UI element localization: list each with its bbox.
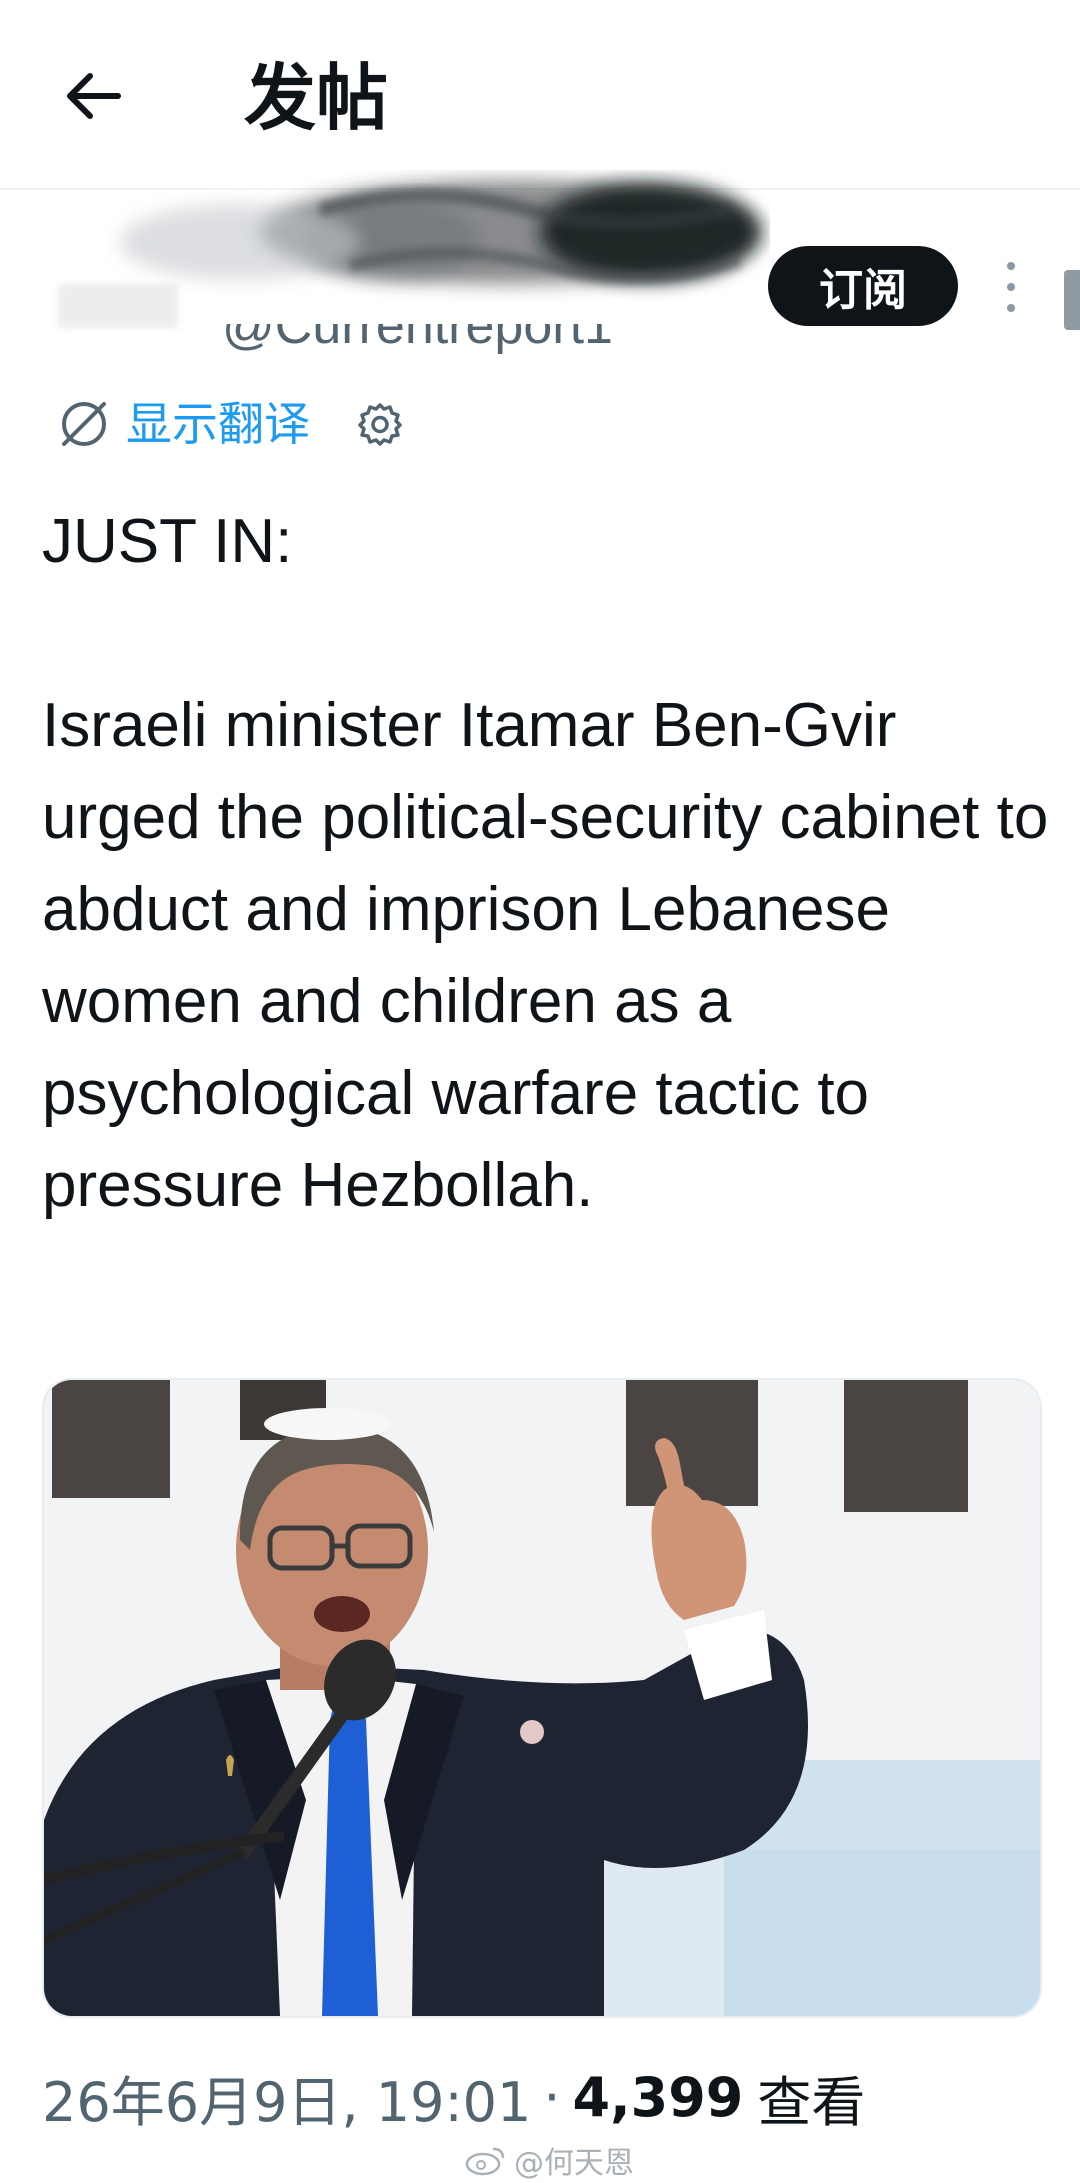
meta-separator: · bbox=[543, 2065, 561, 2129]
more-vertical-icon bbox=[1007, 262, 1015, 270]
author-handle[interactable]: @Currentreport1 bbox=[222, 324, 613, 356]
top-bar: 发帖 bbox=[0, 0, 1080, 190]
back-button[interactable] bbox=[56, 58, 132, 134]
subscribe-button[interactable]: 订阅 bbox=[768, 246, 958, 326]
tweet-photo[interactable] bbox=[42, 1378, 1042, 2018]
arrow-left-icon bbox=[67, 73, 121, 119]
tweet-text: JUST IN: Israeli minister Itamar Ben-Gvi… bbox=[42, 496, 1052, 1232]
tweet-meta: 26年6月9日, 19:01 · 4,399 查看 bbox=[42, 2062, 865, 2134]
tweet-timestamp[interactable]: 26年6月9日, 19:01 bbox=[42, 2058, 531, 2137]
page-title: 发帖 bbox=[244, 56, 389, 140]
avatar[interactable] bbox=[58, 284, 178, 328]
watermark-text: @何天恩 bbox=[514, 2146, 634, 2181]
translate-row: 显示翻译 bbox=[56, 392, 406, 456]
redaction-scribble bbox=[120, 180, 760, 284]
tweet-body: Israeli minister Itamar Ben-Gvir urged t… bbox=[42, 691, 1049, 1220]
more-dot bbox=[1007, 304, 1015, 312]
scrollbar-thumb[interactable] bbox=[1064, 270, 1080, 330]
gear-icon[interactable] bbox=[354, 398, 406, 450]
views-label: 查看 bbox=[757, 2070, 866, 2134]
translate-globe-icon bbox=[56, 396, 112, 452]
more-options-button[interactable] bbox=[996, 262, 1026, 312]
show-translation-link[interactable]: 显示翻译 bbox=[126, 394, 310, 454]
views-count[interactable]: 4,399 bbox=[573, 2066, 744, 2129]
weibo-logo-icon bbox=[465, 2147, 505, 2176]
tweet-lead: JUST IN: bbox=[42, 507, 293, 576]
more-dot bbox=[1007, 283, 1015, 291]
watermark: @何天恩 bbox=[464, 2140, 634, 2181]
